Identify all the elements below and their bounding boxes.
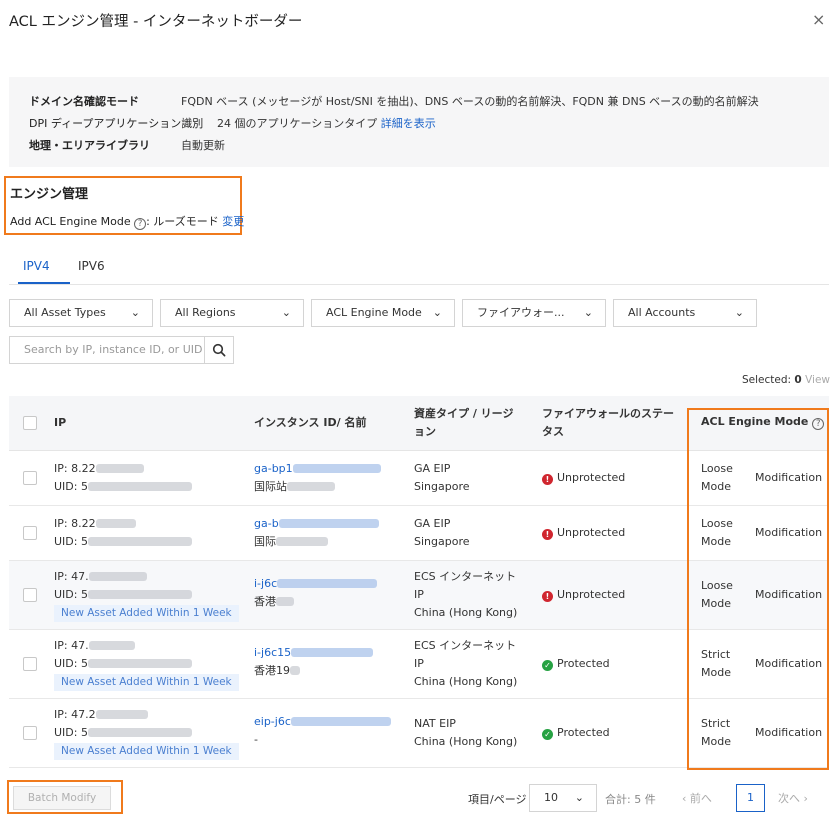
instance-cell: eip-j6c -: [254, 713, 391, 749]
ip-cell: IP: 47. UID: 5 New Asset Added Within 1 We…: [54, 568, 239, 622]
asset-cell: GA EIP Singapore: [414, 517, 470, 548]
status-cell: ! Unprotected: [542, 586, 625, 604]
check-circle-icon: ✓: [542, 660, 553, 671]
instance-id-link[interactable]: eip-j6c: [254, 715, 391, 728]
header-ip: IP: [54, 416, 67, 429]
config-summary: ドメイン名確認モード FQDN ベース (メッセージが Host/SNI を抽出…: [9, 77, 829, 167]
page-size-label: 項目/ページ: [468, 793, 527, 806]
instance-cell: ga-bp1 国际站: [254, 460, 381, 496]
instance-id-link[interactable]: i-j6c15: [254, 646, 374, 659]
row-checkbox[interactable]: [23, 588, 37, 602]
info-value: 自動更新: [181, 139, 225, 152]
new-asset-tag: New Asset Added Within 1 Week: [54, 743, 239, 760]
filter-engine-mode[interactable]: ACL Engine Mode ⌄: [311, 299, 455, 327]
tab-ipv6[interactable]: IPV6: [78, 259, 105, 273]
check-circle-icon: ✓: [542, 729, 553, 740]
row-checkbox[interactable]: [23, 726, 37, 740]
row-checkbox[interactable]: [23, 471, 37, 485]
change-mode-link[interactable]: 変更: [222, 215, 244, 228]
search-button[interactable]: [204, 336, 234, 364]
header-asset-type: 資産タイプ / リージ ョン: [414, 407, 514, 438]
engine-mode-label: Add ACL Engine Mode: [10, 215, 131, 228]
header-firewall-status: ファイアウォールのステー タス: [542, 407, 674, 438]
tab-ipv4[interactable]: IPV4: [23, 259, 50, 273]
asset-cell: GA EIP Singapore: [414, 462, 470, 493]
chevron-right-icon: ›: [803, 792, 808, 805]
chevron-down-icon: ⌄: [574, 791, 584, 804]
status-cell: ✓ Protected: [542, 724, 610, 742]
filter-region[interactable]: All Regions ⌄: [160, 299, 304, 327]
dialog-title: ACL エンジン管理 - インターネットボーダー: [9, 14, 303, 30]
ip-cell: IP: 8.22 UID: 5: [54, 515, 192, 551]
engine-mode-highlight-box: [687, 408, 829, 770]
error-circle-icon: !: [542, 529, 553, 540]
instance-cell: i-j6c15 香港19: [254, 644, 374, 680]
prev-page-button[interactable]: ‹ 前へ: [682, 790, 712, 806]
ip-cell: IP: 8.22 UID: 5: [54, 460, 192, 496]
info-label: ドメイン名確認モード: [29, 95, 139, 108]
info-label: 地理・エリアライブラリ: [29, 139, 150, 152]
total-count: 合計: 5 件: [605, 793, 656, 806]
chevron-down-icon: ⌄: [583, 306, 593, 319]
close-icon[interactable]: ×: [812, 10, 825, 29]
chevron-left-icon: ‹: [682, 792, 687, 805]
chevron-down-icon: ⌄: [432, 306, 442, 319]
ip-cell: IP: 47. UID: 5 New Asset Added Within 1 We…: [54, 637, 239, 691]
engine-title: エンジン管理: [10, 187, 89, 202]
info-value: FQDN ベース (メッセージが Host/SNI を抽出)、DNS ベースの動…: [181, 95, 759, 108]
status-cell: ! Unprotected: [542, 524, 625, 542]
chevron-down-icon: ⌄: [281, 306, 291, 319]
status-cell: ✓ Protected: [542, 655, 610, 673]
search-input[interactable]: Search by IP, instance ID, or UID: [9, 336, 205, 364]
asset-cell: ECS インターネット IP China (Hong Kong): [414, 570, 518, 619]
page-size-select[interactable]: 10 ⌄: [529, 784, 597, 812]
filter-asset-type[interactable]: All Asset Types ⌄: [9, 299, 153, 327]
active-tab-indicator: [18, 282, 70, 284]
ip-tabs: IPV4 IPV6: [9, 250, 829, 285]
batch-modify-button[interactable]: Batch Modify: [13, 786, 111, 810]
next-page-button[interactable]: 次へ ›: [778, 790, 808, 806]
view-selected-link[interactable]: View: [805, 374, 830, 386]
row-checkbox[interactable]: [23, 657, 37, 671]
asset-cell: NAT EIP China (Hong Kong): [414, 717, 518, 748]
view-details-link[interactable]: 詳細を表示: [381, 117, 436, 130]
row-checkbox[interactable]: [23, 526, 37, 540]
ip-cell: IP: 47.2 UID: 5 New Asset Added Within 1 W…: [54, 706, 239, 760]
selection-status: Selected: 0 View: [742, 374, 830, 386]
chevron-down-icon: ⌄: [734, 306, 744, 319]
info-value: 24 個のアプリケーションタイプ 詳細を表示: [217, 117, 436, 130]
instance-id-link[interactable]: ga-b: [254, 517, 379, 530]
engine-mode-value: : ルーズモード: [146, 215, 219, 228]
filter-firewall-status[interactable]: ファイアウォー... ⌄: [462, 299, 606, 327]
engine-mode-line: Add ACL Engine Mode ?: ルーズモード 変更: [10, 213, 244, 230]
error-circle-icon: !: [542, 591, 553, 602]
asset-cell: ECS インターネット IP China (Hong Kong): [414, 639, 518, 688]
header-instance: インスタンス ID/ 名前: [254, 416, 367, 429]
page-1-button[interactable]: 1: [736, 784, 765, 812]
search-icon: [212, 343, 226, 357]
new-asset-tag: New Asset Added Within 1 Week: [54, 605, 239, 622]
help-icon[interactable]: ?: [134, 218, 147, 230]
instance-id-link[interactable]: ga-bp1: [254, 462, 381, 475]
select-all-checkbox[interactable]: [23, 416, 37, 430]
info-label: DPI ディープアプリケーション識別: [29, 117, 204, 130]
new-asset-tag: New Asset Added Within 1 Week: [54, 674, 239, 691]
instance-id-link[interactable]: i-j6c: [254, 577, 378, 590]
status-cell: ! Unprotected: [542, 469, 625, 487]
instance-cell: i-j6c 香港: [254, 575, 378, 611]
chevron-down-icon: ⌄: [130, 306, 140, 319]
filter-account[interactable]: All Accounts ⌄: [613, 299, 757, 327]
error-circle-icon: !: [542, 474, 553, 485]
instance-cell: ga-b 国际: [254, 515, 379, 551]
